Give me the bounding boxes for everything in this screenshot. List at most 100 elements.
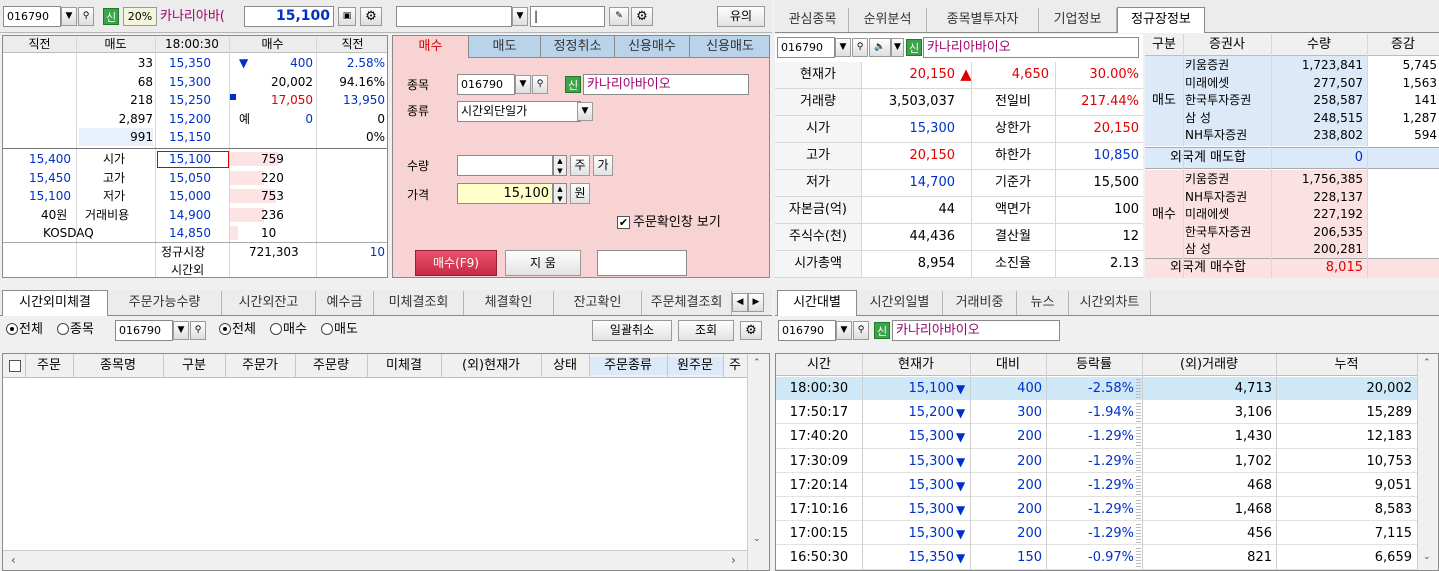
speaker-dropdown-icon[interactable]: ▼ xyxy=(891,38,904,57)
right-tab[interactable]: 기업정보 xyxy=(1039,8,1117,32)
order-tab[interactable]: 정정취소 xyxy=(541,36,615,58)
speaker-icon[interactable]: 🔈 xyxy=(869,38,891,57)
order-tab[interactable]: 신용매수 xyxy=(615,36,690,58)
right-tab[interactable]: 종목별투자자 xyxy=(927,8,1039,32)
search-icon[interactable]: ⚲ xyxy=(78,7,94,26)
bl-code-dropdown-icon[interactable]: ▼ xyxy=(173,321,189,340)
order-code-dropdown-icon[interactable]: ▼ xyxy=(515,75,531,94)
time-table-scrollbar[interactable]: ⌃ ⌄ xyxy=(1417,354,1438,570)
radio-all[interactable] xyxy=(6,323,18,335)
ask-amount: 991 xyxy=(79,128,153,146)
order-tab[interactable]: 신용매도 xyxy=(690,36,769,58)
buy-button[interactable]: 매수(F9) xyxy=(415,250,497,276)
order-extra-input[interactable] xyxy=(597,250,687,276)
bottom-left-tab[interactable]: 미체결조회 xyxy=(374,291,464,315)
info-code-input[interactable]: 016790 xyxy=(777,37,835,58)
time-col-line xyxy=(862,354,863,570)
price-stepper[interactable]: ▲ ▼ xyxy=(553,183,567,204)
rate-bar-icon xyxy=(1136,500,1141,520)
ju-button[interactable]: 주 xyxy=(570,155,590,176)
stock-code-input[interactable]: 016790 xyxy=(3,6,61,27)
bottom-right-tab[interactable]: 시간외차트 xyxy=(1069,291,1151,315)
bottom-left-tab[interactable]: 시간외미체결 xyxy=(2,290,108,316)
bottom-left-tab[interactable]: 체결확인 xyxy=(464,291,554,315)
bl-code-input[interactable]: 016790 xyxy=(115,320,173,341)
tab-scroll-right-icon[interactable]: ▶ xyxy=(748,293,764,312)
order-kind-select[interactable]: 시간외단일가 xyxy=(457,101,581,122)
info-search-icon[interactable]: ⚲ xyxy=(852,38,868,57)
order-code-input[interactable]: 016790 xyxy=(457,74,515,95)
radio-side-sell[interactable] xyxy=(321,323,333,335)
broker-sell-qty: 258,587 xyxy=(1313,93,1363,108)
bottom-left-tab[interactable]: 주문가능수량 xyxy=(108,291,222,315)
time-col-header: 누적 xyxy=(1334,357,1359,372)
broker-col-line xyxy=(1367,34,1368,278)
bl-search-icon[interactable]: ⚲ xyxy=(190,321,206,340)
vertical-scrollbar[interactable]: ⌃ ⌄ xyxy=(747,354,769,570)
alert-button[interactable]: 유의 xyxy=(717,6,765,27)
bottom-right-tab[interactable]: 시간대별 xyxy=(777,290,857,316)
bottom-left-tab[interactable]: 예수금 xyxy=(316,291,374,315)
price-input[interactable]: 15,100 xyxy=(457,183,553,204)
right-tab[interactable]: 관심종목 xyxy=(777,8,849,32)
qty-stepper[interactable]: ▲ ▼ xyxy=(553,155,567,176)
bottom-right-tab[interactable]: 거래비중 xyxy=(943,291,1017,315)
bottom-right-tab[interactable]: 뉴스 xyxy=(1017,291,1069,315)
order-tab[interactable]: 매도 xyxy=(469,36,541,58)
bottom-right-tab[interactable]: 시간외일별 xyxy=(857,291,943,315)
quote-info-value: 17,050 xyxy=(271,93,313,107)
ga-button[interactable]: 가 xyxy=(593,155,613,176)
bottom-left-tab[interactable]: 시간외잔고 xyxy=(222,291,316,315)
window-icon[interactable]: ▣ xyxy=(338,7,356,26)
order-tab[interactable]: 매수 xyxy=(393,36,469,58)
unfilled-col-line xyxy=(73,354,74,378)
br-code-input[interactable]: 016790 xyxy=(778,320,836,341)
bottom-left-tab[interactable]: 잔고확인 xyxy=(554,291,642,315)
query-button[interactable]: 조회 xyxy=(678,320,734,341)
br-code-dropdown-icon[interactable]: ▼ xyxy=(836,321,852,340)
memo-input[interactable]: | xyxy=(530,6,605,27)
radio-stock[interactable] xyxy=(57,323,69,335)
select-all-checkbox[interactable] xyxy=(9,360,21,372)
cancel-all-button[interactable]: 일괄취소 xyxy=(592,320,672,341)
order-search-icon[interactable]: ⚲ xyxy=(532,75,548,94)
tt-scroll-down-icon[interactable]: ⌄ xyxy=(1423,552,1431,562)
change-cell: 200 xyxy=(1017,453,1042,469)
center-input[interactable] xyxy=(396,6,512,27)
unfilled-col-header: 주문종류 xyxy=(589,357,667,375)
right-tab[interactable]: 순위분석 xyxy=(849,8,927,32)
horizontal-scrollbar[interactable]: ‹ › xyxy=(3,550,747,570)
scroll-right-icon[interactable]: › xyxy=(731,553,736,567)
left-info-value: 15,450 xyxy=(29,170,71,185)
kind-dropdown-icon[interactable]: ▼ xyxy=(577,102,593,121)
scroll-left-icon[interactable]: ‹ xyxy=(11,553,16,567)
gear-icon-2[interactable]: ⚙ xyxy=(631,7,653,26)
code-dropdown-icon[interactable]: ▼ xyxy=(61,7,77,26)
unfilled-table-header: 주문 종목명 구분 주문가 주문량 미체결 (외)현재가 상태 주문종류 원주문 주 xyxy=(3,354,747,378)
info-code-dropdown-icon[interactable]: ▼ xyxy=(835,38,851,57)
br-search-icon[interactable]: ⚲ xyxy=(853,321,869,340)
qty-input[interactable] xyxy=(457,155,553,176)
ask-price: 15,300 xyxy=(169,74,211,89)
ask-marker-icon xyxy=(230,94,236,100)
won-button[interactable]: 원 xyxy=(570,183,590,204)
radio-side-all[interactable] xyxy=(219,323,231,335)
time-table-header: 시간 현재가 대비 등락률 (외)거래량 누적 xyxy=(776,354,1417,376)
bl-gear-icon[interactable]: ⚙ xyxy=(740,321,762,340)
clear-button[interactable]: 지 움 xyxy=(505,250,581,276)
center-dropdown-icon[interactable]: ▼ xyxy=(512,7,528,26)
label-price: 가격 xyxy=(407,188,430,202)
right-tab[interactable]: 정규장정보 xyxy=(1117,7,1205,33)
scroll-up-icon[interactable]: ⌃ xyxy=(753,358,761,368)
tab-scroll-left-icon[interactable]: ◀ xyxy=(732,293,748,312)
confirm-checkbox[interactable]: ✔ xyxy=(617,216,630,229)
scroll-down-icon[interactable]: ⌄ xyxy=(753,534,761,544)
gear-icon[interactable]: ⚙ xyxy=(360,7,382,26)
rate-cell: -1.29% xyxy=(1088,502,1134,517)
tt-scroll-up-icon[interactable]: ⌃ xyxy=(1423,358,1431,368)
radio-side-buy[interactable] xyxy=(270,323,282,335)
after-hours-label: 시간외 xyxy=(171,263,205,277)
broker-buy-qty: 228,137 xyxy=(1313,189,1363,204)
eraser-icon[interactable]: ✎ xyxy=(609,7,629,26)
bottom-left-tab[interactable]: 주문체결조회 xyxy=(642,291,732,315)
